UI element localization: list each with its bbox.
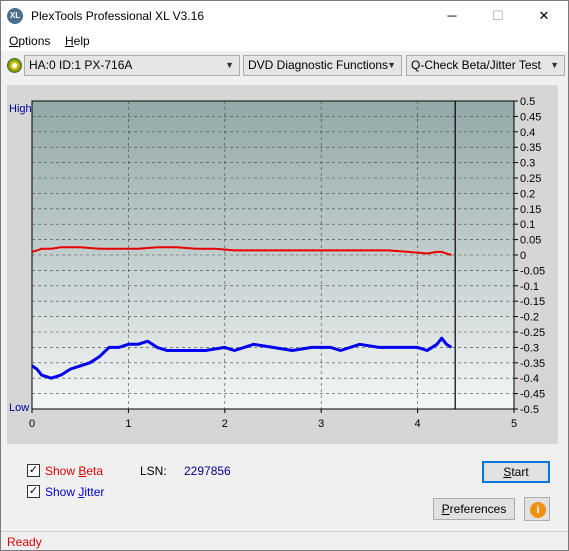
info-icon: i bbox=[530, 502, 546, 518]
x-axis-ticks: 0 1 2 3 4 5 bbox=[29, 409, 517, 430]
preferences-accel: P bbox=[441, 502, 450, 516]
title-bar: XL PlexTools Professional XL V3.16 ─ ☐ ✕ bbox=[1, 1, 568, 31]
y-tick-label: 0.25 bbox=[520, 173, 541, 185]
chevron-down-icon: ▼ bbox=[225, 60, 234, 70]
preferences-label: references bbox=[449, 502, 507, 516]
maximize-button[interactable]: ☐ bbox=[475, 1, 521, 31]
toolbar: HA:0 ID:1 PX-716A ▼ DVD Diagnostic Funct… bbox=[1, 52, 568, 80]
controls-panel: ✓ Show Beta ✓ Show Jitter LSN: 2297856 S… bbox=[7, 447, 558, 525]
menu-options[interactable]: Options bbox=[9, 34, 50, 48]
menu-bar: Options Help bbox=[1, 31, 568, 51]
menu-options-accel: O bbox=[9, 34, 19, 48]
test-select[interactable]: Q-Check Beta/Jitter Test ▼ bbox=[406, 55, 565, 76]
show-jitter-text-rest: itter bbox=[84, 485, 105, 499]
preferences-button[interactable]: Preferences bbox=[433, 498, 515, 520]
y-tick-label: -0.2 bbox=[520, 312, 539, 324]
drive-select-value: HA:0 ID:1 PX-716A bbox=[29, 58, 133, 72]
y-tick-label: 0.45 bbox=[520, 111, 541, 123]
status-text: Ready bbox=[7, 535, 42, 549]
chevron-down-icon: ▼ bbox=[387, 60, 396, 70]
function-select[interactable]: DVD Diagnostic Functions ▼ bbox=[243, 55, 402, 76]
lsn-value: 2297856 bbox=[184, 464, 231, 478]
show-beta-text: Show bbox=[45, 464, 79, 478]
test-select-value: Q-Check Beta/Jitter Test bbox=[411, 58, 541, 72]
show-beta-label[interactable]: Show Beta bbox=[45, 464, 103, 478]
x-tick-label: 1 bbox=[125, 418, 131, 430]
y-tick-label: -0.1 bbox=[520, 281, 539, 293]
y-tick-label: 0 bbox=[520, 250, 526, 262]
high-label: High bbox=[9, 103, 32, 115]
x-tick-label: 0 bbox=[29, 418, 35, 430]
disc-icon bbox=[7, 58, 22, 73]
show-jitter-text: Show bbox=[45, 485, 79, 499]
x-tick-label: 2 bbox=[222, 418, 228, 430]
y-tick-label: 0.05 bbox=[520, 235, 541, 247]
info-button[interactable]: i bbox=[524, 497, 550, 521]
y-axis-ticks: 0.5 0.45 0.4 0.35 0.3 0.25 0.2 0.15 0.1 0.05 0 -0.0… bbox=[514, 96, 545, 416]
low-label: Low bbox=[9, 402, 29, 414]
y-tick-label: -0.35 bbox=[520, 358, 545, 370]
chart-panel: 0.5 0.45 0.4 0.35 0.3 0.25 0.2 0.15 0.1 0.05 0 -0.0… bbox=[7, 85, 558, 444]
y-tick-label: -0.5 bbox=[520, 404, 539, 416]
status-bar: Ready bbox=[1, 531, 568, 550]
start-button[interactable]: Start bbox=[482, 461, 550, 483]
y-tick-label: -0.15 bbox=[520, 296, 545, 308]
y-tick-label: -0.3 bbox=[520, 342, 539, 354]
drive-select[interactable]: HA:0 ID:1 PX-716A ▼ bbox=[24, 55, 240, 76]
show-jitter-label[interactable]: Show Jitter bbox=[45, 485, 104, 499]
app-logo-icon: XL bbox=[7, 8, 23, 24]
show-jitter-checkbox[interactable]: ✓ bbox=[27, 485, 40, 498]
y-tick-label: 0.2 bbox=[520, 188, 535, 200]
y-tick-label: 0.15 bbox=[520, 204, 541, 216]
y-tick-label: 0.5 bbox=[520, 96, 535, 108]
menu-help-accel: H bbox=[65, 34, 74, 48]
y-tick-label: -0.4 bbox=[520, 373, 539, 385]
y-tick-label: -0.05 bbox=[520, 265, 545, 277]
function-select-value: DVD Diagnostic Functions bbox=[248, 58, 389, 72]
menu-help-label: elp bbox=[73, 34, 90, 48]
grid-lines bbox=[32, 101, 514, 409]
minimize-button[interactable]: ─ bbox=[429, 1, 475, 31]
menu-options-label: ptions bbox=[18, 34, 51, 48]
x-tick-label: 3 bbox=[318, 418, 324, 430]
y-tick-label: 0.35 bbox=[520, 142, 541, 154]
beta-jitter-chart: 0.5 0.45 0.4 0.35 0.3 0.25 0.2 0.15 0.1 0.05 0 -0.0… bbox=[9, 96, 545, 430]
y-tick-label: 0.1 bbox=[520, 219, 535, 231]
chevron-down-icon: ▼ bbox=[550, 60, 559, 70]
app-window: XL PlexTools Professional XL V3.16 ─ ☐ ✕… bbox=[0, 0, 569, 551]
menu-help[interactable]: Help bbox=[65, 34, 90, 48]
show-beta-checkbox[interactable]: ✓ bbox=[27, 464, 40, 477]
y-tick-label: -0.45 bbox=[520, 389, 545, 401]
y-tick-label: 0.4 bbox=[520, 127, 535, 139]
x-tick-label: 4 bbox=[415, 418, 421, 430]
lsn-label: LSN: bbox=[140, 464, 167, 478]
y-tick-label: 0.3 bbox=[520, 158, 535, 170]
x-tick-label: 5 bbox=[511, 418, 517, 430]
show-beta-text-rest: eta bbox=[86, 464, 104, 478]
window-title: PlexTools Professional XL V3.16 bbox=[31, 9, 204, 23]
y-tick-label: -0.25 bbox=[520, 327, 545, 339]
start-label: tart bbox=[511, 465, 529, 479]
close-button[interactable]: ✕ bbox=[521, 1, 567, 31]
